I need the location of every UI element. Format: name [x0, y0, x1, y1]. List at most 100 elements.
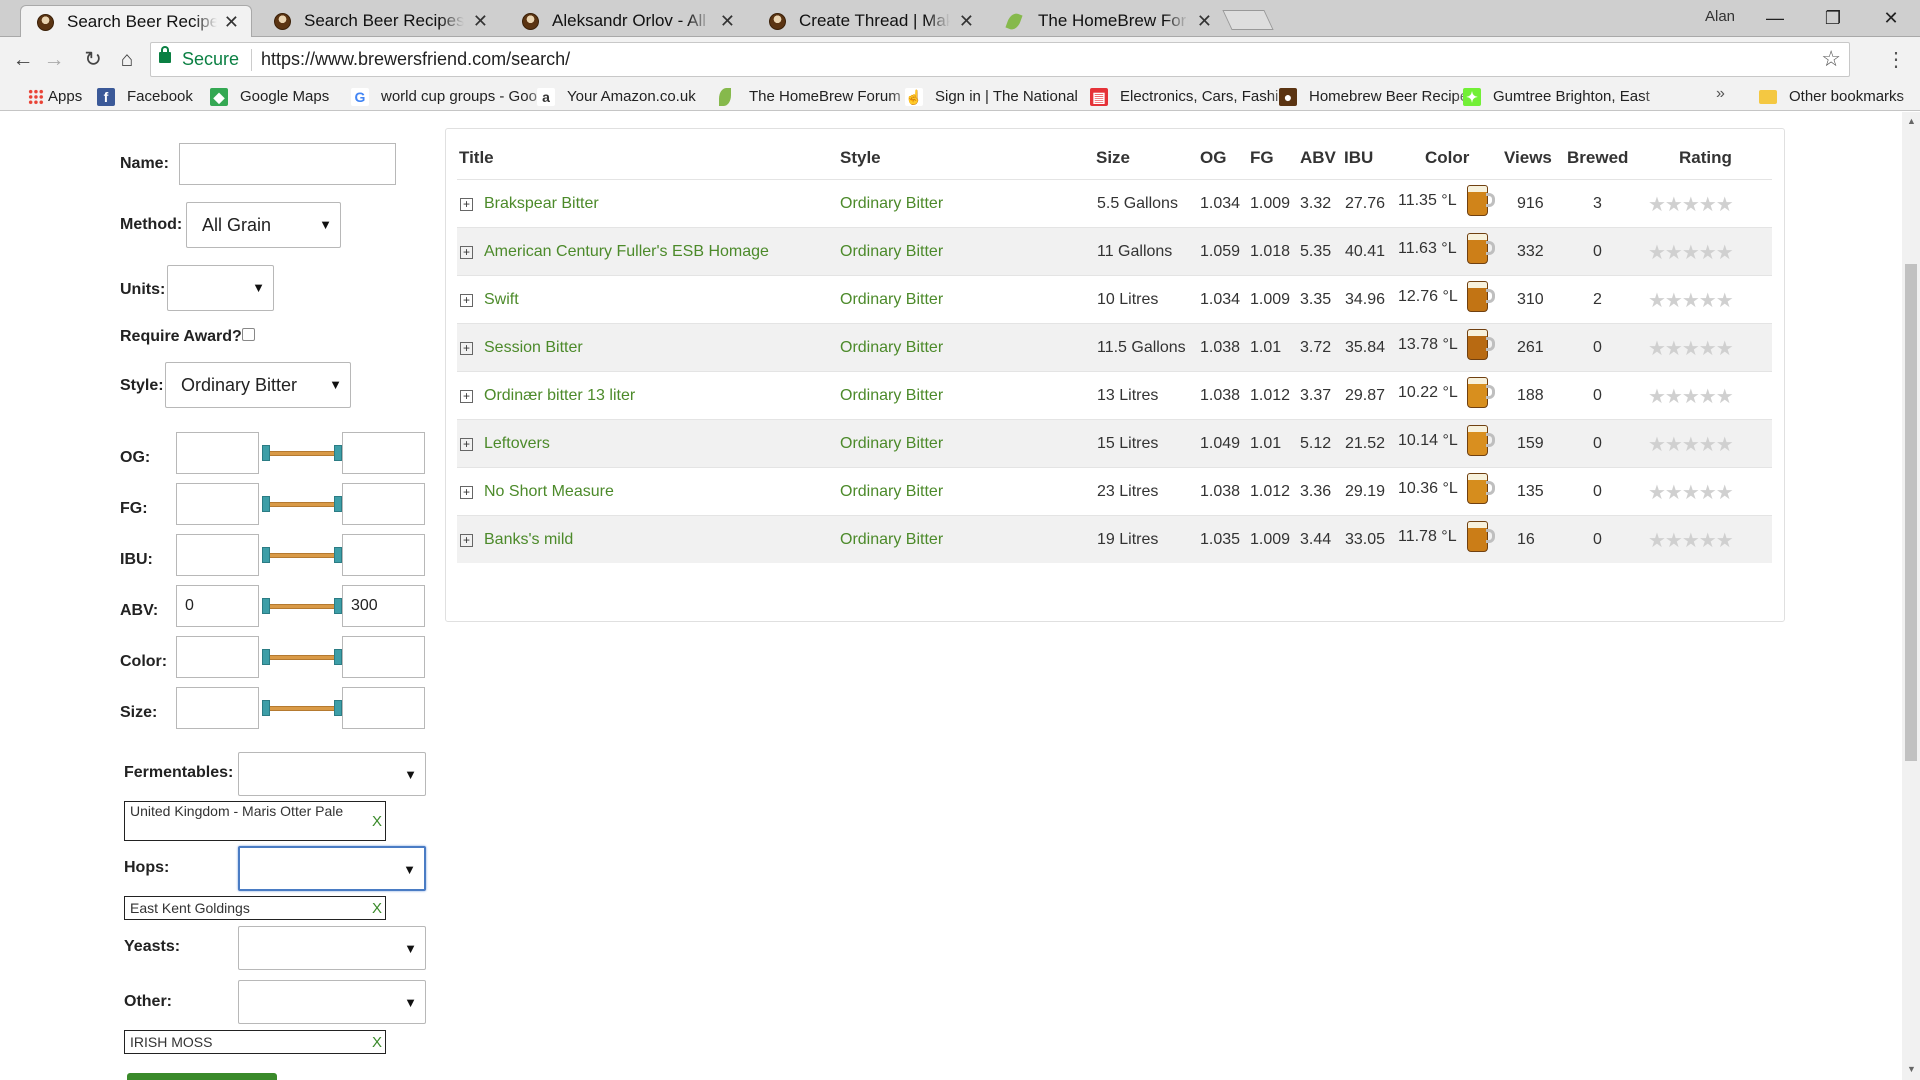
slider-max-handle[interactable]	[334, 700, 342, 716]
expand-row-icon[interactable]: +	[460, 246, 473, 259]
abv-min-input[interactable]: 0	[176, 585, 259, 627]
col-fg[interactable]: FG	[1250, 148, 1274, 168]
url-text[interactable]: https://www.brewersfriend.com/search/	[261, 49, 570, 70]
rating-stars-icon[interactable]: ★★★★★	[1648, 384, 1734, 409]
slider-min-handle[interactable]	[262, 547, 270, 563]
recipe-style-link[interactable]: Ordinary Bitter	[840, 483, 943, 501]
tab-3[interactable]: Aleksandr Orlov - All Grain ✕	[506, 5, 747, 37]
size-min-input[interactable]	[176, 687, 259, 729]
expand-row-icon[interactable]: +	[460, 294, 473, 307]
remove-other-icon[interactable]: X	[372, 1031, 382, 1053]
style-select[interactable]: Ordinary Bitter ▼	[165, 362, 351, 408]
slider-max-handle[interactable]	[334, 598, 342, 614]
recipe-title-link[interactable]: Banks's mild	[484, 531, 573, 549]
tab-1[interactable]: Search Beer Recipes - Brewer's Friend ✕	[20, 5, 252, 37]
recipe-title-link[interactable]: Swift	[484, 291, 519, 309]
bookmark-leaf[interactable]: The HomeBrew Forum	[719, 87, 914, 109]
slider-min-handle[interactable]	[262, 445, 270, 461]
recipe-style-link[interactable]: Ordinary Bitter	[840, 195, 943, 213]
size-max-input[interactable]	[342, 687, 425, 729]
og-range-slider[interactable]	[262, 445, 342, 461]
color-min-input[interactable]	[176, 636, 259, 678]
recipe-style-link[interactable]: Ordinary Bitter	[840, 339, 943, 357]
slider-min-handle[interactable]	[262, 496, 270, 512]
bookmark-google[interactable]: Gworld cup groups - Google	[351, 87, 551, 109]
tab-2[interactable]: Search Beer Recipes - Brewer's Friend ✕	[258, 5, 500, 37]
color-range-slider[interactable]	[262, 649, 342, 665]
size-range-slider[interactable]	[262, 700, 342, 716]
bookmark-amazon[interactable]: a Your Amazon.co.uk	[537, 87, 737, 109]
bookmark-beer[interactable]: ● Homebrew Beer Recipes	[1279, 87, 1479, 109]
minimize-icon[interactable]: —	[1750, 3, 1800, 33]
recipe-style-link[interactable]: Ordinary Bitter	[840, 435, 943, 453]
col-brewed[interactable]: Brewed	[1567, 148, 1628, 168]
bookmark-ebay[interactable]: ▤ Electronics, Cars, Fashion	[1090, 87, 1295, 109]
recipe-title-link[interactable]: Session Bitter	[484, 339, 583, 357]
recipe-style-link[interactable]: Ordinary Bitter	[840, 387, 943, 405]
col-style[interactable]: Style	[840, 148, 881, 168]
fg-max-input[interactable]	[342, 483, 425, 525]
slider-min-handle[interactable]	[262, 598, 270, 614]
close-tab-icon[interactable]: ✕	[1197, 5, 1212, 37]
require-award-checkbox[interactable]	[242, 328, 255, 341]
ibu-max-input[interactable]	[342, 534, 425, 576]
abv-range-slider[interactable]	[262, 598, 342, 614]
bookmark-google-maps[interactable]: ◆ Google Maps	[210, 87, 370, 109]
color-max-input[interactable]	[342, 636, 425, 678]
hops-select[interactable]: ▼	[238, 846, 426, 891]
expand-row-icon[interactable]: +	[460, 342, 473, 355]
expand-row-icon[interactable]: +	[460, 486, 473, 499]
bookmark-facebook[interactable]: f Facebook	[97, 87, 227, 109]
expand-row-icon[interactable]: +	[460, 534, 473, 547]
close-tab-icon[interactable]: ✕	[720, 5, 735, 37]
expand-row-icon[interactable]: +	[460, 438, 473, 451]
rating-stars-icon[interactable]: ★★★★★	[1648, 240, 1734, 265]
remove-fermentable-icon[interactable]: X	[372, 802, 382, 840]
scroll-down-icon[interactable]: ▼	[1907, 1064, 1916, 1074]
recipe-title-link[interactable]: Ordinær bitter 13 liter	[484, 387, 635, 405]
reload-icon[interactable]: ↻	[78, 45, 108, 75]
fermentables-select[interactable]: ▼	[238, 752, 426, 796]
address-bar[interactable]: Secure https://www.brewersfriend.com/sea…	[150, 42, 1850, 77]
col-abv[interactable]: ABV	[1300, 148, 1336, 168]
profile-name[interactable]: Alan	[1705, 8, 1735, 25]
recipe-title-link[interactable]: American Century Fuller's ESB Homage	[484, 243, 769, 261]
col-size[interactable]: Size	[1096, 148, 1130, 168]
ibu-range-slider[interactable]	[262, 547, 342, 563]
search-button[interactable]	[127, 1073, 277, 1080]
scrollbar-thumb[interactable]	[1905, 264, 1917, 761]
new-tab-button[interactable]	[1222, 10, 1274, 30]
name-input[interactable]	[179, 143, 396, 185]
units-select[interactable]: ▼	[167, 265, 274, 311]
method-select[interactable]: All Grain ▼	[186, 202, 341, 248]
abv-max-input[interactable]: 300	[342, 585, 425, 627]
scroll-up-icon[interactable]: ▲	[1907, 116, 1916, 126]
ibu-min-input[interactable]	[176, 534, 259, 576]
recipe-title-link[interactable]: Leftovers	[484, 435, 550, 453]
rating-stars-icon[interactable]: ★★★★★	[1648, 528, 1734, 553]
slider-min-handle[interactable]	[262, 649, 270, 665]
close-tab-icon[interactable]: ✕	[224, 6, 239, 37]
close-tab-icon[interactable]: ✕	[473, 5, 488, 37]
recipe-style-link[interactable]: Ordinary Bitter	[840, 291, 943, 309]
slider-max-handle[interactable]	[334, 547, 342, 563]
home-icon[interactable]: ⌂	[112, 45, 142, 75]
og-max-input[interactable]	[342, 432, 425, 474]
slider-max-handle[interactable]	[334, 445, 342, 461]
fg-min-input[interactable]	[176, 483, 259, 525]
recipe-style-link[interactable]: Ordinary Bitter	[840, 243, 943, 261]
rating-stars-icon[interactable]: ★★★★★	[1648, 432, 1734, 457]
remove-hop-icon[interactable]: X	[372, 897, 382, 919]
recipe-title-link[interactable]: No Short Measure	[484, 483, 614, 501]
maximize-icon[interactable]: ❐	[1808, 3, 1858, 33]
tab-4[interactable]: Create Thread | Make Beer ✕	[753, 5, 986, 37]
rating-stars-icon[interactable]: ★★★★★	[1648, 192, 1734, 217]
close-window-icon[interactable]: ✕	[1866, 3, 1916, 33]
other-select[interactable]: ▼	[238, 980, 426, 1024]
col-ibu[interactable]: IBU	[1344, 148, 1373, 168]
more-bookmarks-icon[interactable]: »	[1716, 85, 1725, 103]
bookmark-star-icon[interactable]: ☆	[1821, 46, 1841, 72]
close-tab-icon[interactable]: ✕	[959, 5, 974, 37]
slider-max-handle[interactable]	[334, 649, 342, 665]
expand-row-icon[interactable]: +	[460, 198, 473, 211]
